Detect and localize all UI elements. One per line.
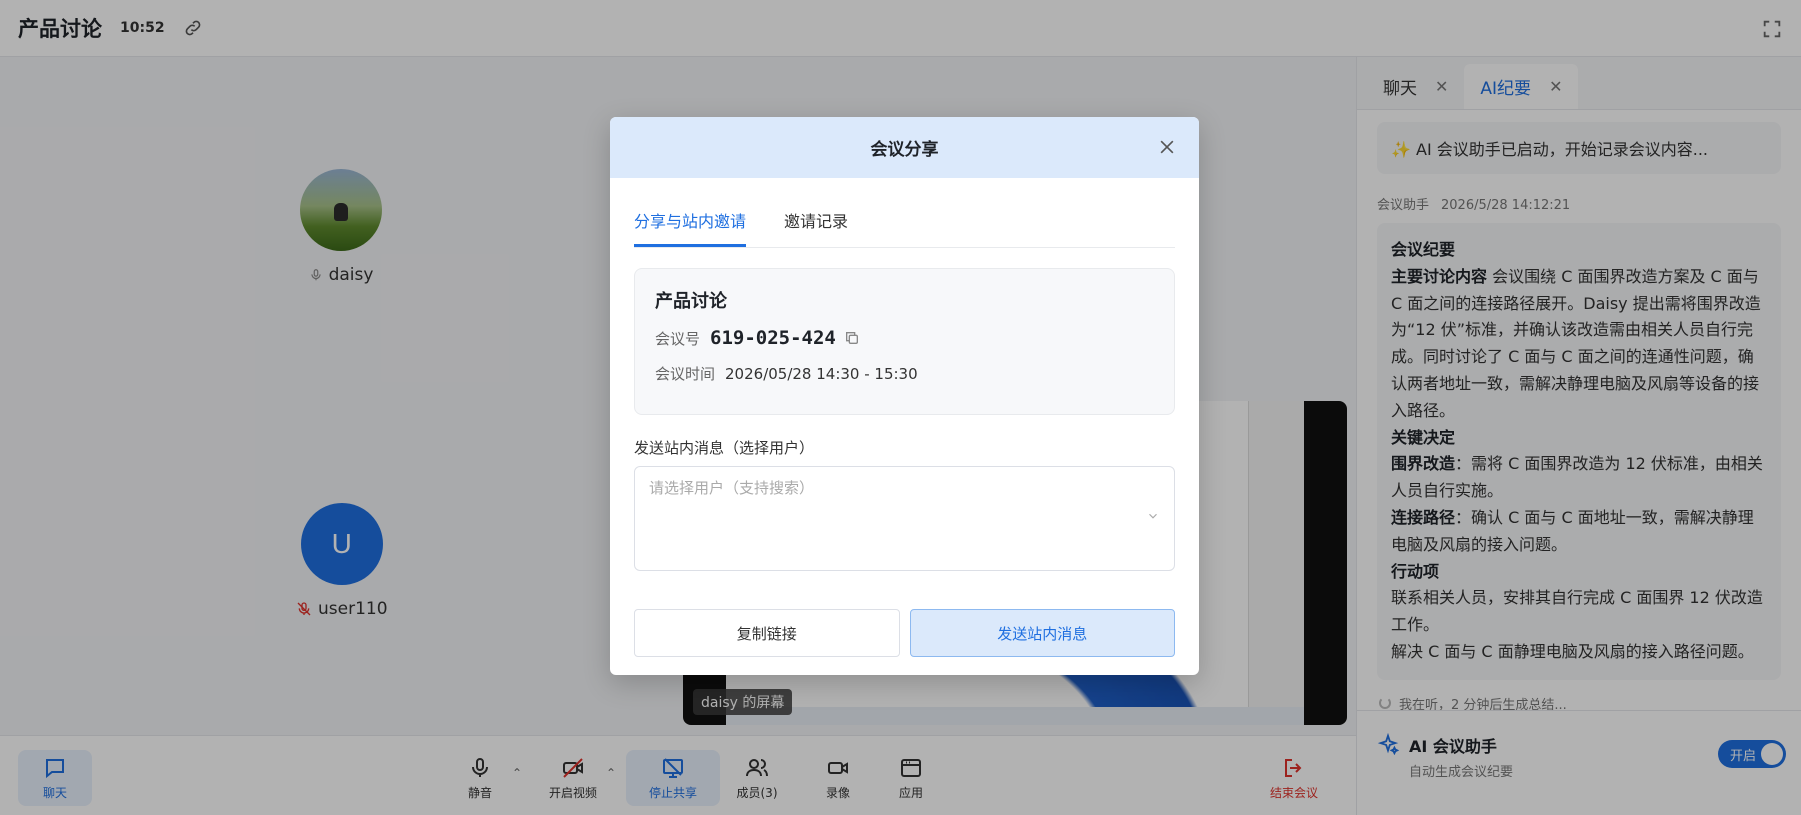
user-select[interactable]: 请选择用户（支持搜索） <box>634 466 1175 571</box>
tab-invite-history[interactable]: 邀请记录 <box>784 198 848 247</box>
meeting-name: 产品讨论 <box>655 291 727 312</box>
meeting-time-label: 会议时间 <box>655 365 716 383</box>
meeting-id-label: 会议号 <box>655 329 701 348</box>
chevron-down-icon <box>1149 513 1157 519</box>
copy-link-button[interactable]: 复制链接 <box>634 609 900 657</box>
user-select-label: 发送站内消息（选择用户） <box>634 439 815 457</box>
send-message-button[interactable]: 发送站内消息 <box>909 609 1175 657</box>
dialog-title: 会议分享 <box>870 140 939 160</box>
user-select-placeholder: 请选择用户（支持搜索） <box>649 479 815 497</box>
meeting-time: 2026/05/28 14:30 - 15:30 <box>725 364 918 383</box>
copy-icon[interactable] <box>844 330 860 346</box>
dialog-header: 会议分享 <box>610 117 1199 178</box>
meeting-id: 619-025-424 <box>710 327 836 349</box>
meeting-info-card: 产品讨论 会议号 619-025-424 会议时间 2026/05/28 14:… <box>634 268 1175 415</box>
share-dialog: 会议分享 分享与站内邀请 邀请记录 产品讨论 会议号 619-025-424 会… <box>610 117 1199 675</box>
dialog-tabs: 分享与站内邀请 邀请记录 <box>634 198 1175 248</box>
tab-share-invite[interactable]: 分享与站内邀请 <box>634 198 747 247</box>
close-icon[interactable] <box>1157 137 1177 157</box>
